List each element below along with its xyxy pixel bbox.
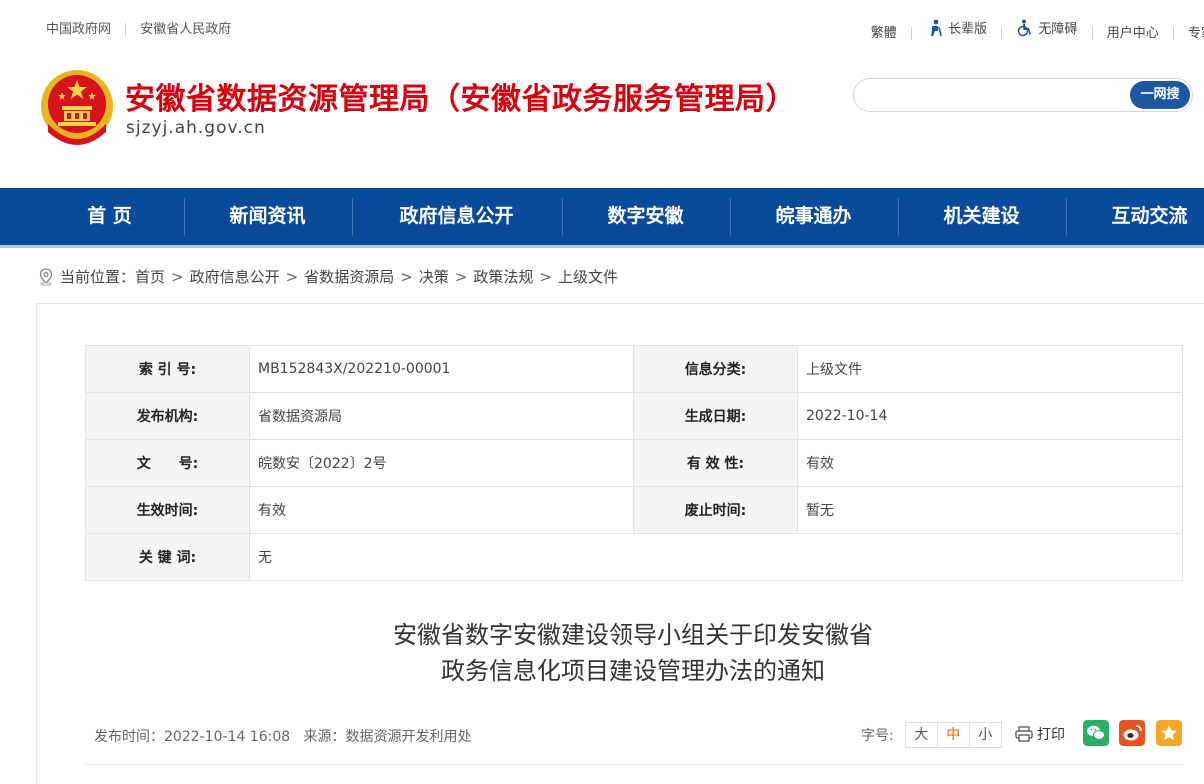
meta-value: 有效: [249, 486, 634, 534]
breadcrumb-item-superior-docs[interactable]: 上级文件: [558, 266, 618, 287]
weibo-share-icon[interactable]: [1119, 720, 1145, 746]
divider: [910, 26, 912, 40]
breadcrumb-separator: >: [171, 267, 184, 286]
elder-version-link[interactable]: 长辈版: [926, 18, 987, 37]
document-source: 来源：数据资源开发利用处: [303, 729, 472, 745]
printer-icon: [1015, 726, 1033, 742]
meta-label: 关 键 词:: [85, 533, 250, 581]
nav-divider: [184, 198, 185, 236]
document-title-line2: 政务信息化项目建设管理办法的通知: [441, 657, 825, 685]
breadcrumb-item-home[interactable]: 首页: [135, 266, 165, 287]
accessibility-label: 无障碍: [1038, 22, 1078, 37]
nav-divider: [730, 198, 731, 236]
expert-link[interactable]: 专家: [1188, 22, 1204, 41]
search-button[interactable]: 一网搜: [1130, 81, 1190, 109]
national-emblem-icon[interactable]: [38, 68, 116, 150]
font-size-large-button[interactable]: 大: [904, 722, 938, 748]
nav-item-home[interactable]: 首 页: [62, 188, 157, 245]
document-meta-table: 索 引 号: MB152843X/202210-00001 信息分类: 上级文件…: [85, 345, 1183, 581]
site-header: 安徽省数据资源管理局（安徽省政务服务管理局） sjzyj.ah.gov.cn 一…: [0, 52, 1204, 188]
nav-divider: [1066, 198, 1067, 236]
table-row: 生效时间: 有效 废止时间: 暂无: [85, 486, 1183, 534]
nav-divider: [898, 198, 899, 236]
table-row: 关 键 词: 无: [85, 533, 1183, 581]
top-links-right: 繁體 长辈版 无障碍 用户中心 专家: [871, 18, 1204, 41]
nav-item-news[interactable]: 新闻资讯: [195, 188, 340, 245]
wechat-share-icon[interactable]: [1083, 720, 1109, 746]
meta-label: 生效时间:: [85, 486, 250, 534]
publish-time: 发布时间：2022-10-14 16:08: [94, 729, 291, 745]
meta-value: 省数据资源局: [249, 392, 634, 440]
breadcrumb-separator: >: [285, 267, 299, 286]
meta-label: 信息分类:: [633, 345, 798, 393]
divider: [1001, 26, 1003, 40]
meta-label: 生成日期:: [633, 392, 798, 440]
breadcrumb-item-policy[interactable]: 政策法规: [473, 266, 533, 287]
location-pin-icon: [39, 267, 53, 286]
breadcrumb-separator: >: [454, 267, 468, 286]
wheelchair-icon: [1018, 19, 1032, 36]
search-input[interactable]: [866, 85, 1120, 107]
meta-value: 皖数安〔2022〕2号: [249, 439, 634, 487]
nav-item-services[interactable]: 皖事通办: [741, 188, 886, 245]
link-anhui-gov[interactable]: 安徽省人民政府: [140, 18, 231, 37]
divider: [85, 764, 1183, 765]
font-size-medium-button[interactable]: 中: [936, 722, 970, 748]
meta-label: 发布机构:: [85, 392, 250, 440]
breadcrumb: 当前位置： 首页 > 政府信息公开 > 省数据资源局 > 决策 > 政策法规 >…: [38, 266, 618, 287]
meta-label: 有 效 性:: [633, 439, 798, 487]
nav-item-organ[interactable]: 机关建设: [909, 188, 1054, 245]
user-center-link[interactable]: 用户中心: [1107, 22, 1159, 41]
meta-value: 无: [249, 533, 1183, 581]
table-row: 索 引 号: MB152843X/202210-00001 信息分类: 上级文件: [85, 345, 1183, 393]
meta-label: 废止时间:: [633, 486, 798, 534]
font-size-small-button[interactable]: 小: [968, 722, 1002, 748]
traditional-chinese-link[interactable]: 繁體: [871, 22, 897, 41]
print-label: 打印: [1037, 727, 1065, 743]
font-size-label: 字号:: [861, 728, 894, 744]
breadcrumb-item-gov-info[interactable]: 政府信息公开: [190, 266, 280, 287]
nav-divider: [352, 198, 353, 236]
search-box: 一网搜: [853, 78, 1193, 112]
nav-divider: [562, 198, 563, 236]
favorite-star-icon[interactable]: [1156, 720, 1182, 746]
table-row: 发布机构: 省数据资源局 生成日期: 2022-10-14: [85, 392, 1183, 440]
breadcrumb-item-decision[interactable]: 决策: [419, 266, 449, 287]
meta-value: 上级文件: [797, 345, 1183, 393]
elder-icon: [931, 19, 942, 36]
breadcrumb-separator: >: [400, 267, 413, 286]
top-links-left: 中国政府网 安徽省人民政府: [46, 18, 231, 37]
main-nav: 首 页 新闻资讯 政府信息公开 数字安徽 皖事通办 机关建设 互动交流: [0, 188, 1204, 248]
nav-item-gov-info[interactable]: 政府信息公开: [363, 188, 550, 245]
document-info: 发布时间：2022-10-14 16:08 来源：数据资源开发利用处: [94, 726, 472, 746]
breadcrumb-prefix: 当前位置：: [60, 268, 136, 286]
divider: [1172, 26, 1174, 40]
divider: [125, 23, 127, 36]
nav-item-interaction[interactable]: 互动交流: [1077, 188, 1204, 245]
link-gov-cn[interactable]: 中国政府网: [46, 18, 111, 37]
meta-label: 文 号:: [85, 439, 250, 487]
top-utility-bar: 中国政府网 安徽省人民政府 繁體 长辈版 无障碍 用户中心 专家: [0, 0, 1204, 52]
table-row: 文 号: 皖数安〔2022〕2号 有 效 性: 有效: [85, 439, 1183, 487]
accessibility-link[interactable]: 无障碍: [1016, 18, 1077, 37]
meta-label: 索 引 号:: [85, 345, 250, 393]
meta-value: MB152843X/202210-00001: [249, 345, 634, 393]
meta-value: 2022-10-14: [797, 392, 1183, 440]
site-title[interactable]: 安徽省数据资源管理局（安徽省政务服务管理局）: [125, 74, 796, 118]
elder-version-label: 长辈版: [948, 22, 988, 37]
meta-value: 有效: [797, 439, 1183, 487]
breadcrumb-separator: >: [539, 267, 552, 286]
document-title-line1: 安徽省数字安徽建设领导小组关于印发安徽省: [393, 621, 873, 649]
breadcrumb-item-bureau[interactable]: 省数据资源局: [304, 266, 394, 287]
print-button[interactable]: 打印: [1015, 724, 1065, 744]
divider: [1091, 26, 1093, 40]
nav-item-digital-anhui[interactable]: 数字安徽: [573, 188, 718, 245]
font-size-switcher: 字号: 大 中 小: [861, 722, 1002, 748]
meta-value: 暂无: [797, 486, 1183, 534]
site-url: sjzyj.ah.gov.cn: [126, 118, 266, 138]
